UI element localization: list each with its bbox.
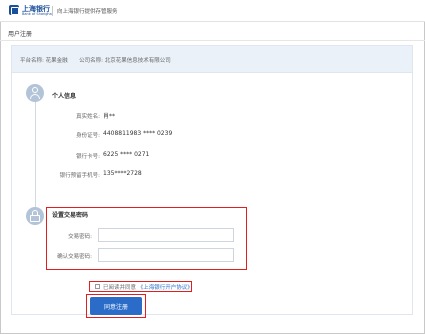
top-bar: 上海银行 Bank of Shanghai 向上海银行提供存管服务	[0, 0, 425, 22]
confirm-password-input[interactable]	[98, 248, 234, 262]
user-icon	[26, 84, 44, 102]
info-label: 银行预留手机号:	[59, 173, 100, 179]
info-value: 135****2728	[103, 170, 142, 177]
confirm-password-label: 确认交易密码:	[57, 254, 92, 260]
agreement-text: 已阅读并同意 《上海银行开户协议》	[103, 283, 193, 291]
info-value: 6225 **** 0271	[103, 151, 150, 158]
header-subtitle: 向上海银行提供存管服务	[57, 9, 118, 15]
agree-register-button[interactable]: 同意注册	[90, 297, 142, 315]
registration-card	[11, 45, 413, 315]
info-label: 银行卡号:	[76, 154, 100, 160]
platform-info-bar: 平台名称: 花果金融 公司名称: 北京花果信息技术有限公司	[11, 45, 413, 73]
platform-name-value: 花果金融	[45, 58, 68, 64]
password-section-title: 设置交易密码	[52, 212, 89, 219]
agreement-link[interactable]: 《上海银行开户协议》	[138, 285, 193, 291]
info-value: 4408811983 **** 0239	[103, 130, 173, 137]
platform-info-text: 平台名称: 花果金融 公司名称: 北京花果信息技术有限公司	[20, 56, 171, 64]
platform-name-label: 平台名称:	[20, 58, 44, 64]
bank-logo-icon	[9, 5, 19, 15]
trade-password-input[interactable]	[98, 228, 234, 242]
personal-info-title: 个人信息	[52, 93, 77, 100]
lock-icon	[26, 207, 44, 225]
header-divider	[52, 6, 53, 16]
info-value: 肖**	[103, 113, 116, 120]
logo-english-text: Bank of Shanghai	[22, 12, 53, 16]
company-name-label: 公司名称:	[79, 58, 103, 64]
trade-password-label: 交易密码:	[68, 234, 92, 240]
agreement-prefix: 已阅读并同意	[103, 285, 137, 291]
title-divider	[0, 40, 425, 41]
agreement-checkbox[interactable]	[95, 284, 100, 289]
info-label: 身份证号:	[76, 133, 100, 139]
company-name-value: 北京花果信息技术有限公司	[104, 58, 171, 64]
page-title: 用户注册	[8, 31, 33, 38]
info-label: 真实姓名:	[76, 114, 100, 120]
